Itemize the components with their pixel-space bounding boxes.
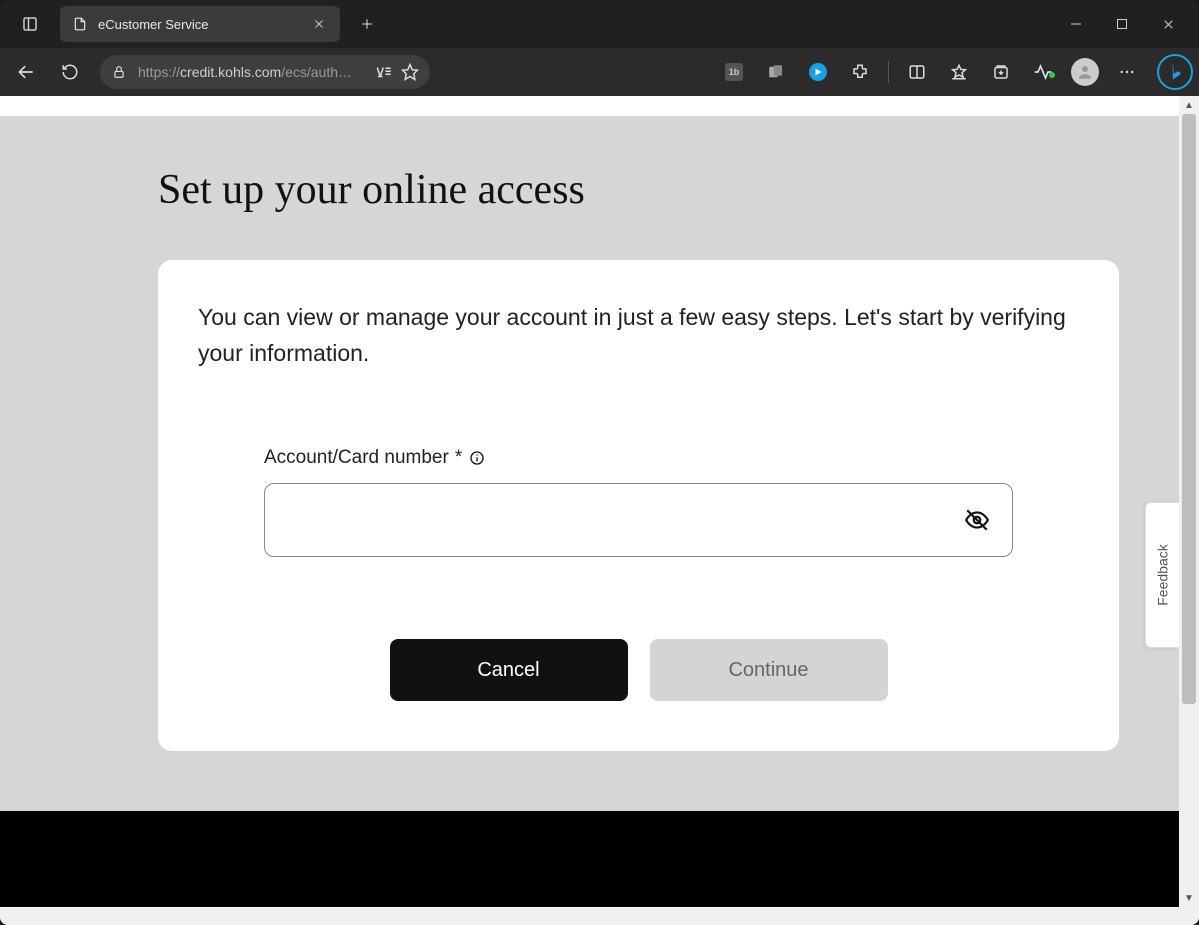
feedback-tab[interactable]: Feedback xyxy=(1145,502,1179,648)
address-bar[interactable]: https://credit.kohls.com/ecs/auth… xyxy=(100,55,430,89)
account-number-input-wrap xyxy=(264,483,1013,557)
performance-button[interactable] xyxy=(1023,54,1063,90)
info-icon[interactable] xyxy=(468,449,486,467)
collections-button[interactable] xyxy=(981,54,1021,90)
tab-actions-button[interactable] xyxy=(8,4,52,44)
toolbar: https://credit.kohls.com/ecs/auth… 1b xyxy=(0,48,1199,96)
avatar-icon xyxy=(1071,58,1099,86)
account-number-input[interactable] xyxy=(285,484,950,556)
lock-icon xyxy=(110,63,128,81)
vertical-scrollbar[interactable]: ▲ ▼ xyxy=(1179,96,1199,907)
page-title: Set up your online access xyxy=(158,166,1179,214)
page-content: Set up your online access You can view o… xyxy=(0,96,1179,907)
browser-window: eCustomer Service xyxy=(0,0,1199,925)
toolbar-separator xyxy=(888,61,889,83)
bing-chat-button[interactable] xyxy=(1157,54,1193,90)
scroll-up-icon[interactable]: ▲ xyxy=(1179,96,1199,114)
feedback-label: Feedback xyxy=(1155,544,1171,605)
favorites-button[interactable] xyxy=(939,54,979,90)
refresh-button[interactable] xyxy=(50,54,90,90)
intro-text: You can view or manage your account in j… xyxy=(198,300,1079,371)
browser-tab[interactable]: eCustomer Service xyxy=(60,6,340,42)
more-button[interactable] xyxy=(1107,54,1147,90)
titlebar: eCustomer Service xyxy=(0,0,1199,48)
toggle-visibility-button[interactable] xyxy=(962,505,992,535)
maximize-button[interactable] xyxy=(1099,4,1145,44)
button-row: Cancel Continue xyxy=(264,639,1013,701)
tab-actions-icon xyxy=(13,7,47,41)
horizontal-scrollbar[interactable] xyxy=(0,907,1179,925)
back-button[interactable] xyxy=(6,54,46,90)
extension-1-icon[interactable]: 1b xyxy=(714,54,754,90)
favorite-icon[interactable] xyxy=(400,62,420,82)
page-icon xyxy=(72,16,88,32)
close-window-button[interactable] xyxy=(1145,4,1191,44)
minimize-button[interactable] xyxy=(1053,4,1099,44)
form-card: You can view or manage your account in j… xyxy=(158,260,1119,751)
profile-button[interactable] xyxy=(1065,54,1105,90)
tab-close-button[interactable] xyxy=(308,13,330,35)
address-text: https://credit.kohls.com/ecs/auth… xyxy=(138,64,364,80)
split-screen-button[interactable] xyxy=(897,54,937,90)
page-footer xyxy=(0,811,1179,907)
new-tab-button[interactable] xyxy=(350,7,384,41)
continue-button[interactable]: Continue xyxy=(650,639,888,701)
extension-3-icon[interactable] xyxy=(798,54,838,90)
extensions-button[interactable] xyxy=(840,54,880,90)
account-number-label: Account/Card number* xyxy=(264,447,1013,469)
cancel-button[interactable]: Cancel xyxy=(390,639,628,701)
scroll-down-icon[interactable]: ▼ xyxy=(1179,889,1199,907)
extension-2-icon[interactable] xyxy=(756,54,796,90)
scroll-corner xyxy=(1179,907,1199,925)
reader-mode-icon[interactable] xyxy=(374,62,394,82)
window-controls xyxy=(1053,4,1191,44)
viewport: Set up your online access You can view o… xyxy=(0,96,1199,925)
tab-title: eCustomer Service xyxy=(98,17,209,32)
scroll-thumb[interactable] xyxy=(1182,114,1196,704)
